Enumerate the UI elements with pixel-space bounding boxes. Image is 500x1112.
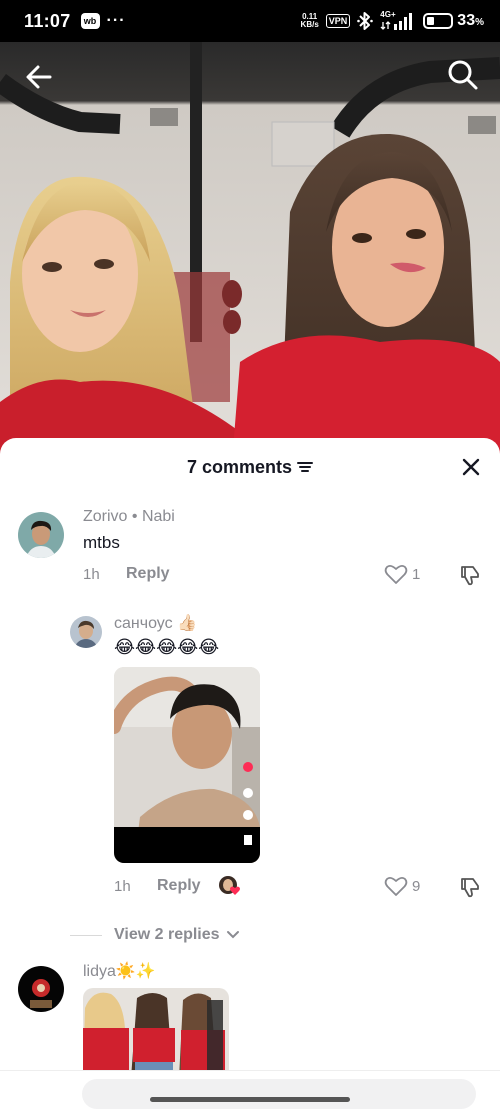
comment-text: 😂😂😂😂😂 xyxy=(114,637,220,657)
avatar[interactable] xyxy=(18,512,64,558)
comment-image-content xyxy=(83,988,229,1074)
status-bar: 11:07 wb ··· 0.11 KB/s VPN 4G+ 33% xyxy=(0,0,500,42)
comment-time: 1h xyxy=(114,878,131,895)
comment-author[interactable]: санчоус 👍🏻 xyxy=(114,613,197,633)
close-icon[interactable] xyxy=(460,456,482,478)
network-speed: 0.11 KB/s xyxy=(301,13,319,29)
like-button[interactable]: 9 xyxy=(384,875,420,897)
comment-image[interactable] xyxy=(83,988,229,1074)
avatar[interactable] xyxy=(18,966,64,1012)
heart-icon xyxy=(384,564,408,584)
video-frame xyxy=(0,42,500,462)
sort-icon[interactable] xyxy=(297,460,314,474)
dislike-icon[interactable] xyxy=(458,563,482,587)
comment-text: mtbs xyxy=(83,533,120,552)
reply-button[interactable]: Reply xyxy=(126,565,170,583)
creator-liked-avatar xyxy=(218,875,242,897)
comment-image[interactable] xyxy=(114,667,260,863)
comments-title: 7 comments xyxy=(186,456,293,477)
dislike-icon[interactable] xyxy=(458,875,482,899)
arrow-left-icon[interactable] xyxy=(22,60,56,94)
battery-icon xyxy=(423,13,454,29)
chevron-down-icon xyxy=(226,931,239,939)
vpn-indicator: VPN xyxy=(325,14,351,28)
heart-icon xyxy=(384,876,408,896)
reply-button[interactable]: Reply xyxy=(157,877,201,895)
like-button[interactable]: 1 xyxy=(384,563,420,585)
comments-sheet: 7 comments Zorivo • Nabi mtbs 1h Reply 1 xyxy=(0,438,500,1112)
battery-percent: 33% xyxy=(457,12,484,29)
comments-header: 7 comments xyxy=(0,438,500,496)
more-notifications-indicator: ··· xyxy=(106,12,126,29)
avatar[interactable] xyxy=(70,616,102,648)
signal-bars-icon xyxy=(380,13,413,30)
comment-input-bar[interactable] xyxy=(0,1070,500,1112)
comment-author[interactable]: lidya☀️✨ xyxy=(83,961,156,981)
network-speed-unit: KB/s xyxy=(300,20,319,29)
comment-author[interactable]: Zorivo • Nabi xyxy=(83,508,175,526)
bluetooth-icon xyxy=(357,12,374,30)
comment-image-content xyxy=(114,667,260,863)
view-replies-button[interactable]: View 2 replies xyxy=(70,926,240,944)
search-icon[interactable] xyxy=(446,58,480,92)
view-replies-label: View 2 replies xyxy=(114,926,220,943)
comment-input[interactable] xyxy=(82,1079,476,1109)
like-count: 1 xyxy=(412,565,421,583)
status-time: 11:07 xyxy=(24,10,71,31)
app-notification-badge: wb xyxy=(80,13,100,29)
cellular-signal: 4G+ xyxy=(380,10,416,31)
battery-indicator: 33% xyxy=(423,12,484,30)
video-player[interactable] xyxy=(0,42,500,462)
like-count: 9 xyxy=(412,877,421,895)
home-indicator[interactable] xyxy=(150,1097,350,1102)
comment-time: 1h xyxy=(83,566,100,583)
divider xyxy=(70,934,102,936)
